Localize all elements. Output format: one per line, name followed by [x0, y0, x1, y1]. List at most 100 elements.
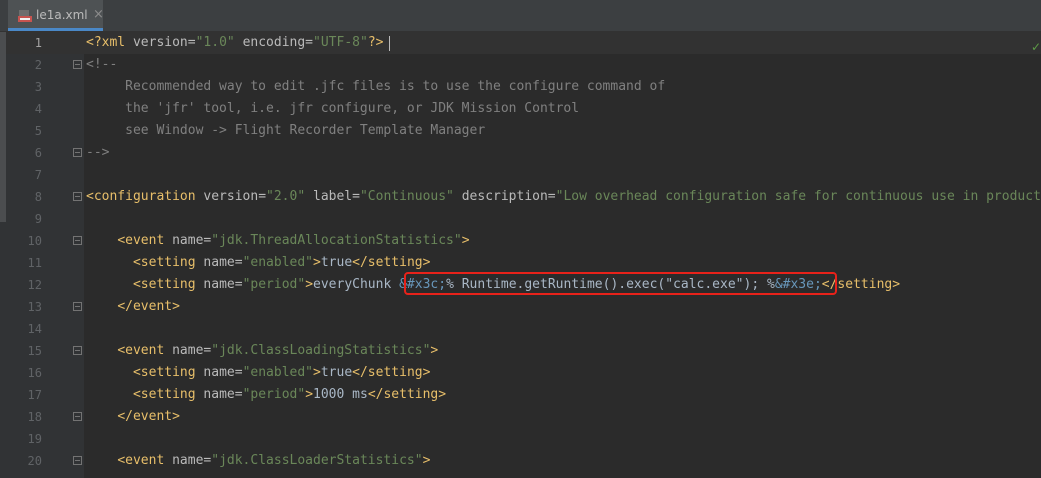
line-code[interactable]: </event> [86, 406, 180, 428]
code-line[interactable]: 9 [0, 208, 1041, 230]
line-code[interactable]: Recommended way to edit .jfc files is to… [86, 76, 665, 98]
code-token: Recommended way to edit .jfc files is to… [86, 79, 666, 94]
code-line[interactable]: 15 <event name="jdk.ClassLoadingStatisti… [0, 340, 1041, 362]
line-number: 17 [27, 388, 42, 402]
code-token: > [461, 233, 470, 248]
code-token: true [320, 365, 353, 380]
line-number: 19 [27, 432, 42, 446]
code-token: true [320, 255, 353, 270]
code-line[interactable]: 17 <setting name="period">1000 ms</setti… [0, 384, 1041, 406]
line-number: 18 [27, 410, 42, 424]
code-token: "enabled" [242, 255, 314, 270]
fold-toggle-icon[interactable] [73, 456, 82, 465]
code-token: ?> [367, 35, 384, 50]
code-token: > [422, 453, 431, 468]
line-code[interactable]: see Window -> Flight Recorder Template M… [86, 120, 485, 142]
code-token: name= [172, 233, 212, 248]
code-line[interactable]: 10 <event name="jdk.ThreadAllocationStat… [0, 230, 1041, 252]
code-line[interactable]: 18 </event> [0, 406, 1041, 428]
line-code[interactable]: <!-- [86, 54, 117, 76]
code-token: </event> [117, 299, 180, 314]
line-code[interactable]: <event name="jdk.ClassLoaderStatistics"> [86, 450, 430, 472]
code-token: "jdk.ClassLoadingStatistics" [211, 343, 431, 358]
editor-tab-bar: le1a.xml × [0, 0, 1041, 32]
line-code[interactable]: <?xml version="1.0" encoding="UTF-8"?> [86, 32, 383, 54]
line-code[interactable]: --> [86, 142, 109, 164]
line-number: 7 [34, 168, 42, 182]
line-number: 11 [27, 256, 42, 270]
code-line[interactable]: 11 <setting name="enabled">true</setting… [0, 252, 1041, 274]
line-number: 13 [27, 300, 42, 314]
code-line[interactable]: 14 [0, 318, 1041, 340]
code-token: see Window -> Flight Recorder Template M… [86, 123, 486, 138]
fold-toggle-icon[interactable] [73, 192, 82, 201]
code-token: "jdk.ThreadAllocationStatistics" [211, 233, 462, 248]
code-token: "jdk.ClassLoaderStatistics" [211, 453, 423, 468]
code-token: <setting [132, 365, 204, 380]
code-token: <?xml [86, 35, 133, 50]
code-token: "period" [242, 277, 306, 292]
code-token: > [313, 365, 321, 380]
code-token: name= [203, 387, 243, 402]
code-line[interactable]: 2 <!-- [0, 54, 1041, 76]
code-token: description= [461, 189, 556, 204]
line-number: 8 [34, 190, 42, 204]
line-number: 1 [34, 36, 42, 50]
line-code[interactable]: <event name="jdk.ThreadAllocationStatist… [86, 230, 470, 252]
line-code[interactable]: <setting name="enabled">true</setting> [86, 252, 430, 274]
code-line[interactable]: 3 Recommended way to edit .jfc files is … [0, 76, 1041, 98]
fold-toggle-icon[interactable] [73, 236, 82, 245]
code-line[interactable]: 4 the 'jfr' tool, i.e. jfr configure, or… [0, 98, 1041, 120]
file-tab[interactable]: le1a.xml × [8, 0, 104, 31]
code-line[interactable]: 7 [0, 164, 1041, 186]
text-cursor [389, 36, 390, 51]
code-line[interactable]: 19 [0, 428, 1041, 450]
code-line[interactable]: 1 <?xml version="1.0" encoding="UTF-8"?> [0, 32, 1041, 54]
code-line[interactable]: 5 see Window -> Flight Recorder Template… [0, 120, 1041, 142]
code-line[interactable]: 16 <setting name="enabled">true</setting… [0, 362, 1041, 384]
line-number: 6 [34, 146, 42, 160]
fold-toggle-icon[interactable] [73, 346, 82, 355]
code-token: </setting> [352, 255, 431, 270]
fold-toggle-icon[interactable] [73, 148, 82, 157]
line-code[interactable]: the 'jfr' tool, i.e. jfr configure, or J… [86, 98, 579, 120]
line-number: 16 [27, 366, 42, 380]
code-token: <setting [132, 387, 204, 402]
code-token: </event> [117, 409, 180, 424]
line-code[interactable]: <setting name="enabled">true</setting> [86, 362, 430, 384]
code-line[interactable]: 8 <configuration version="2.0" label="Con… [0, 186, 1041, 208]
code-token: "enabled" [242, 365, 314, 380]
code-token: <event [117, 233, 173, 248]
line-number: 10 [27, 234, 42, 248]
file-tab-label: le1a.xml [36, 8, 88, 22]
code-token: "1.0" [195, 35, 243, 50]
inspection-ok-icon[interactable]: ✓ [1031, 40, 1041, 54]
code-token: <setting [132, 255, 204, 270]
fold-toggle-icon[interactable] [73, 60, 82, 69]
line-number: 15 [27, 344, 42, 358]
code-token: > [305, 387, 314, 402]
fold-toggle-icon[interactable] [73, 302, 82, 311]
code-line[interactable]: 13 </event> [0, 296, 1041, 318]
line-number: 9 [34, 212, 42, 226]
line-code[interactable]: </event> [86, 296, 180, 318]
code-token: </setting> [367, 387, 447, 402]
line-number: 20 [27, 454, 42, 468]
code-line[interactable]: 20 <event name="jdk.ClassLoaderStatistic… [0, 450, 1041, 472]
line-code[interactable]: <event name="jdk.ClassLoadingStatistics"… [86, 340, 438, 362]
code-token: "period" [242, 387, 306, 402]
line-code[interactable]: <configuration version="2.0" label="Cont… [86, 186, 1041, 208]
close-tab-icon[interactable]: × [93, 7, 104, 22]
line-number: 12 [27, 278, 42, 292]
code-token: > [305, 277, 314, 292]
code-line[interactable]: 6 --> [0, 142, 1041, 164]
line-code[interactable]: <setting name="period">1000 ms</setting> [86, 384, 446, 406]
fold-toggle-icon[interactable] [73, 412, 82, 421]
line-number: 4 [34, 102, 42, 116]
